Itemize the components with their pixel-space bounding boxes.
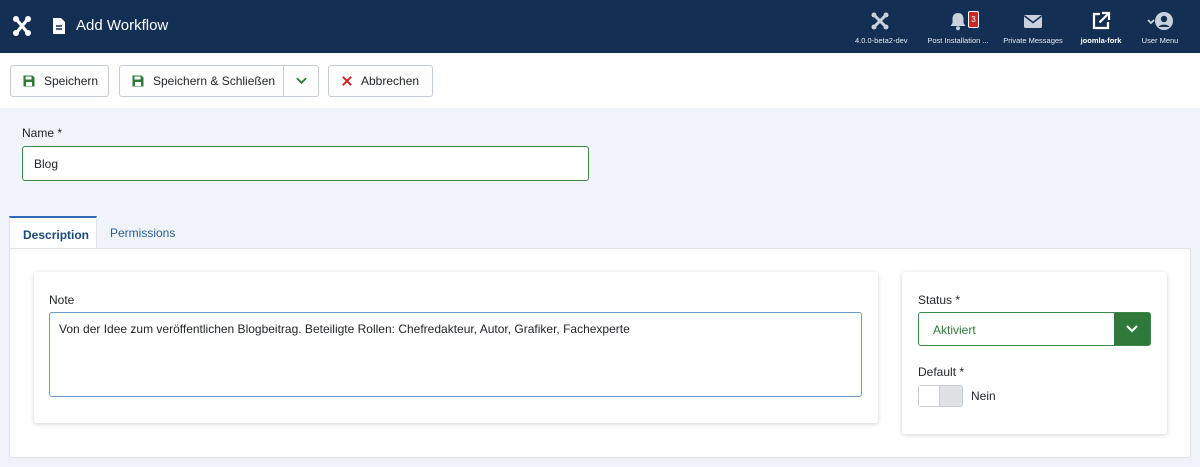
version-label: 4.0.0-beta2-dev <box>855 36 908 45</box>
envelope-icon <box>1024 15 1042 28</box>
site-link-item[interactable]: joomla-fork <box>1078 11 1124 49</box>
tab-description[interactable]: Description <box>9 216 97 249</box>
save-dropdown-toggle[interactable] <box>283 65 319 97</box>
post-installation-item[interactable]: 3 Post Installation ... <box>926 11 990 49</box>
private-messages-label: Private Messages <box>1003 36 1063 45</box>
external-link-icon <box>1092 11 1111 30</box>
toolbar: Speichern Speichern & Schließen Abbreche… <box>0 53 1200 108</box>
note-label: Note <box>49 293 75 307</box>
joomla-logo-icon[interactable] <box>12 15 32 37</box>
user-menu-label: User Menu <box>1141 36 1179 45</box>
note-textarea[interactable]: Von der Idee zum veröffentlichen Blogbei… <box>49 312 862 397</box>
page-title: Add Workflow <box>76 17 169 34</box>
user-menu-item[interactable]: User Menu <box>1140 11 1180 49</box>
chevron-down-icon <box>295 77 307 85</box>
toggle-knob <box>919 386 940 406</box>
cancel-label: Abbrechen <box>361 74 420 88</box>
select-caret <box>1114 313 1150 345</box>
default-label: Default * <box>918 365 965 379</box>
default-toggle-label: Nein <box>971 389 996 403</box>
tab-permissions[interactable]: Permissions <box>97 216 188 249</box>
file-icon <box>53 18 65 34</box>
name-input[interactable]: Blog <box>22 146 589 181</box>
save-close-label: Speichern & Schließen <box>153 74 276 88</box>
save-label: Speichern <box>44 74 99 88</box>
chevron-down-icon <box>1126 325 1138 333</box>
close-icon <box>342 76 352 86</box>
site-link-label: joomla-fork <box>1080 36 1122 45</box>
header-bar: Add Workflow 4.0.0-beta2-dev 3 Post Inst… <box>0 0 1200 53</box>
notification-badge: 3 <box>968 11 979 28</box>
status-label: Status * <box>918 293 961 307</box>
save-button[interactable]: Speichern <box>10 65 109 97</box>
status-value: Aktiviert <box>933 323 976 337</box>
save-icon <box>132 75 144 87</box>
save-icon <box>23 75 35 87</box>
bell-icon <box>950 13 966 31</box>
default-toggle[interactable] <box>918 385 963 407</box>
save-close-button[interactable]: Speichern & Schließen <box>119 65 284 97</box>
name-label: Name * <box>22 126 63 140</box>
private-messages-item[interactable]: Private Messages <box>1002 11 1064 49</box>
cancel-button[interactable]: Abbrechen <box>328 65 433 97</box>
status-select[interactable]: Aktiviert <box>918 312 1151 346</box>
user-icon <box>1147 12 1173 30</box>
version-item[interactable]: 4.0.0-beta2-dev <box>855 11 908 49</box>
joomla-icon <box>871 12 889 30</box>
post-installation-label: Post Installation ... <box>927 36 989 45</box>
